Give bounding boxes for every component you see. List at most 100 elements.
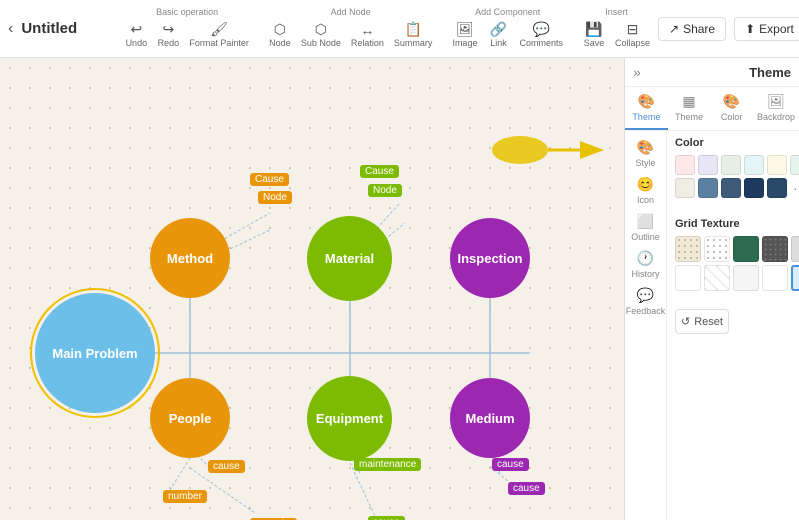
collapse-button[interactable]: ⊟ Collapse (611, 19, 654, 50)
diagram-canvas[interactable]: Main Problem Method Material Inspection … (0, 58, 624, 520)
panel-header: » Theme (625, 58, 799, 87)
node-tag-2[interactable]: Node (368, 184, 402, 197)
add-node-label: Add Node (331, 7, 371, 17)
texture-swatch-4[interactable] (762, 236, 788, 262)
color-swatch-9[interactable] (721, 178, 741, 198)
tab-color[interactable]: 🎨 Color (710, 87, 753, 130)
color-swatch-7[interactable] (675, 178, 695, 198)
right-panel: » Theme 🎨 Theme ▦ Theme 🎨 Color 🖼 Backdr… (624, 58, 799, 520)
maintenance-tag[interactable]: maintenance (354, 458, 421, 471)
redo-button[interactable]: ↪ Redo (153, 19, 183, 50)
image-icon: 🖼 (456, 21, 474, 38)
summary-button[interactable]: 📋 Summary (390, 19, 437, 50)
panel-collapse-button[interactable]: » (633, 64, 641, 80)
tab-theme2-label: Theme (675, 112, 703, 122)
texture-swatch-2[interactable] (704, 236, 730, 262)
texture-swatch-3[interactable] (733, 236, 759, 262)
export-label: Export (759, 22, 794, 36)
color-more-button[interactable]: ··· (790, 178, 799, 198)
node-icon: ⬡ (274, 21, 286, 38)
cause-tag-4[interactable]: cause (368, 516, 405, 520)
tab-theme2[interactable]: ▦ Theme (668, 87, 711, 130)
comments-icon: 💬 (532, 21, 549, 38)
link-button[interactable]: 🔗 Link (483, 19, 513, 50)
back-button[interactable]: ‹ (8, 20, 13, 38)
relation-button[interactable]: ↔ Relation (347, 20, 388, 50)
color-swatch-11[interactable] (767, 178, 787, 198)
icon-nav-item[interactable]: 😊 Icon (625, 172, 666, 209)
node-button[interactable]: ⬡ Node (265, 19, 295, 50)
theme-tab-icon: 🎨 (638, 93, 655, 110)
outline-nav-item[interactable]: ⬜ Outline (625, 209, 666, 246)
color-swatch-3[interactable] (721, 155, 741, 175)
material-node[interactable]: Material (307, 216, 392, 301)
sub-node-button[interactable]: ⬡ Sub Node (297, 19, 345, 50)
texture-swatch-5[interactable] (791, 236, 799, 262)
color-section: Color ··· (667, 131, 799, 212)
color-swatch-10[interactable] (744, 178, 764, 198)
texture-swatch-9[interactable] (762, 265, 788, 291)
texture-section: Grid Texture (667, 212, 799, 305)
texture-grid (675, 236, 791, 291)
basic-operation-label: Basic operation (156, 7, 218, 17)
medium-node[interactable]: Medium (450, 378, 530, 458)
color-grid: ··· (675, 155, 791, 198)
style-nav-item[interactable]: 🎨 Style (625, 135, 666, 172)
sub-node-icon: ⬡ (315, 21, 327, 38)
image-button[interactable]: 🖼 Image (448, 19, 481, 50)
reset-button[interactable]: ↺ Reset (675, 309, 729, 334)
tab-backdrop-label: Backdrop (757, 112, 795, 122)
export-icon: ⬆ (745, 22, 755, 36)
toolbar: ‹ Untitled Basic operation ↩ Undo ↪ Redo… (0, 0, 799, 58)
people-node[interactable]: People (150, 378, 230, 458)
inspection-node[interactable]: Inspection (450, 218, 530, 298)
cause-tag-2[interactable]: Cause (360, 165, 399, 178)
format-painter-button[interactable]: 🖌 Format Painter (185, 19, 253, 50)
reset-label: Reset (694, 316, 723, 328)
insert-group: Insert 💾 Save ⊟ Collapse (579, 7, 654, 50)
undo-button[interactable]: ↩ Undo (121, 19, 151, 50)
color-swatch-1[interactable] (675, 155, 695, 175)
tab-theme[interactable]: 🎨 Theme (625, 87, 668, 130)
panel-left-nav: 🎨 Style 😊 Icon ⬜ Outline 🕐 History 💬 (625, 131, 667, 520)
texture-swatch-7[interactable] (704, 265, 730, 291)
panel-main-content: Color ··· (667, 131, 799, 520)
feedback-nav-item[interactable]: 💬 Feedback (625, 283, 666, 320)
texture-section-title: Grid Texture (675, 218, 791, 230)
tab-backdrop[interactable]: 🖼 Backdrop (753, 87, 799, 130)
feedback-icon: 💬 (637, 287, 654, 304)
reset-icon: ↺ (681, 315, 690, 328)
main-problem-label: Main Problem (52, 346, 137, 361)
add-node-group: Add Node ⬡ Node ⬡ Sub Node ↔ Relation 📋 … (265, 7, 437, 50)
main-problem-node[interactable]: Main Problem (35, 293, 155, 413)
cause-tag-1[interactable]: Cause (250, 173, 289, 186)
outline-icon: ⬜ (637, 213, 654, 230)
texture-swatch-6[interactable] (675, 265, 701, 291)
cause-tag-5[interactable]: cause (492, 458, 529, 471)
arrow-annotation (490, 130, 610, 173)
color-swatch-5[interactable] (767, 155, 787, 175)
color-swatch-6[interactable] (790, 155, 799, 175)
color-swatch-4[interactable] (744, 155, 764, 175)
history-nav-item[interactable]: 🕐 History (625, 246, 666, 283)
style-icon: 🎨 (637, 139, 654, 156)
insert-label: Insert (605, 7, 628, 17)
save-button[interactable]: 💾 Save (579, 19, 609, 50)
share-button[interactable]: ↗ Share (658, 17, 726, 41)
equipment-node[interactable]: Equipment (307, 376, 392, 461)
method-node[interactable]: Method (150, 218, 230, 298)
cause-tag-3[interactable]: cause (208, 460, 245, 473)
texture-swatch-10[interactable] (791, 265, 799, 291)
main-problem-container[interactable]: Main Problem (30, 288, 160, 418)
texture-swatch-8[interactable] (733, 265, 759, 291)
node-tag-1[interactable]: Node (258, 191, 292, 204)
texture-swatch-1[interactable] (675, 236, 701, 262)
export-button[interactable]: ⬆ Export (734, 17, 799, 41)
cause-tag-6[interactable]: cause (508, 482, 545, 495)
color-swatch-2[interactable] (698, 155, 718, 175)
color-tab-icon: 🎨 (723, 93, 740, 110)
add-component-group: Add Component 🖼 Image 🔗 Link 💬 Comments (448, 7, 567, 50)
comments-button[interactable]: 💬 Comments (515, 19, 567, 50)
number-tag[interactable]: number (163, 490, 207, 503)
color-swatch-8[interactable] (698, 178, 718, 198)
